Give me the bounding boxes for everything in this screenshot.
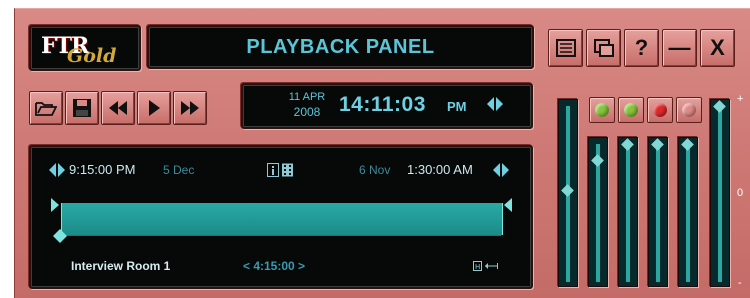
time-adjust-arrows-icon[interactable] bbox=[487, 97, 503, 111]
datetime-display: 11 APR 2008 14:11:03 PM bbox=[241, 83, 533, 129]
slider-knob[interactable] bbox=[651, 138, 664, 151]
close-button[interactable]: X bbox=[700, 29, 735, 67]
lamp-green-2[interactable] bbox=[618, 97, 644, 123]
close-icon: X bbox=[710, 35, 725, 60]
logo-gold-text: Gold bbox=[67, 45, 117, 67]
playhead-handle[interactable] bbox=[53, 229, 67, 243]
lamp-green-1[interactable] bbox=[589, 97, 615, 123]
floppy-disk-icon bbox=[73, 99, 91, 117]
slider-rail bbox=[686, 144, 690, 282]
playback-clock: 14:11:03 bbox=[339, 93, 426, 116]
window-restore-icon bbox=[593, 39, 614, 57]
help-icon: ? bbox=[634, 35, 649, 60]
timeline-baseline bbox=[61, 235, 501, 236]
channel-4-slider[interactable] bbox=[678, 137, 698, 287]
lamp-red[interactable] bbox=[647, 97, 673, 123]
date-year: 2008 bbox=[293, 105, 321, 119]
help-button[interactable]: ? bbox=[624, 29, 659, 67]
minimize-icon: — bbox=[668, 35, 691, 60]
start-adjust-arrows-icon[interactable] bbox=[49, 163, 65, 177]
duration-display[interactable]: < 4:15:00 > bbox=[243, 259, 305, 273]
menu-button[interactable] bbox=[548, 29, 583, 67]
slider-knob[interactable] bbox=[681, 138, 694, 151]
lamp-off[interactable] bbox=[676, 97, 702, 123]
ftr-gold-logo: FTR Gold bbox=[29, 25, 141, 71]
slider-knob[interactable] bbox=[713, 100, 726, 113]
red-lamp-icon bbox=[653, 103, 667, 117]
panel-title: PLAYBACK PANEL bbox=[246, 35, 435, 58]
loop-icon[interactable]: H bbox=[473, 260, 499, 272]
save-button[interactable] bbox=[65, 91, 99, 125]
channel-1-slider[interactable] bbox=[588, 137, 608, 287]
minimize-button[interactable]: — bbox=[662, 29, 697, 67]
date-day-month: 11 APR bbox=[288, 91, 326, 103]
slider-rail bbox=[656, 144, 660, 282]
slider-knob[interactable] bbox=[621, 138, 634, 151]
clock-ampm: PM bbox=[447, 99, 467, 114]
rewind-icon bbox=[109, 101, 127, 115]
room-name: Interview Room 1 bbox=[71, 259, 171, 273]
master-volume-slider[interactable] bbox=[558, 99, 578, 287]
rewind-button[interactable] bbox=[101, 91, 135, 125]
scale-minus: - bbox=[738, 277, 742, 289]
off-lamp-icon bbox=[682, 103, 696, 117]
green-lamp-icon bbox=[595, 103, 609, 117]
scale-zero: 0 bbox=[737, 187, 744, 199]
slider-knob[interactable] bbox=[591, 154, 604, 167]
open-file-button[interactable] bbox=[29, 91, 63, 125]
slider-rail bbox=[718, 106, 722, 282]
channel-5-slider[interactable] bbox=[710, 99, 730, 287]
green-lamp-icon bbox=[624, 103, 638, 117]
end-date: 6 Nov bbox=[359, 163, 391, 177]
end-marker-handle[interactable] bbox=[503, 197, 513, 213]
start-marker-handle[interactable] bbox=[50, 197, 60, 213]
play-icon bbox=[149, 100, 160, 116]
title-display: PLAYBACK PANEL bbox=[147, 25, 534, 69]
playback-panel-window: FTR Gold PLAYBACK PANEL ? — X 11 APR 200… bbox=[14, 8, 750, 298]
restore-button[interactable] bbox=[586, 29, 621, 67]
timeline-panel: 9:15:00 PM 5 Dec 6 Nov 1:30:00 AM Interv… bbox=[29, 145, 533, 289]
slider-rail bbox=[626, 144, 630, 282]
channel-2-slider[interactable] bbox=[618, 137, 638, 287]
timeline-track[interactable] bbox=[61, 203, 503, 235]
slider-knob[interactable] bbox=[561, 184, 574, 197]
fast-forward-button[interactable] bbox=[173, 91, 207, 125]
list-icon bbox=[555, 39, 576, 57]
play-button[interactable] bbox=[137, 91, 171, 125]
scale-plus: + bbox=[737, 93, 744, 105]
fast-forward-icon bbox=[181, 101, 199, 115]
channel-3-slider[interactable] bbox=[648, 137, 668, 287]
end-time: 1:30:00 AM bbox=[407, 162, 473, 177]
svg-text:H: H bbox=[475, 263, 480, 271]
start-time: 9:15:00 PM bbox=[69, 162, 136, 177]
info-video-icon[interactable] bbox=[267, 163, 295, 177]
folder-open-icon bbox=[35, 102, 57, 116]
end-adjust-arrows-icon[interactable] bbox=[493, 163, 509, 177]
start-date: 5 Dec bbox=[163, 163, 195, 177]
